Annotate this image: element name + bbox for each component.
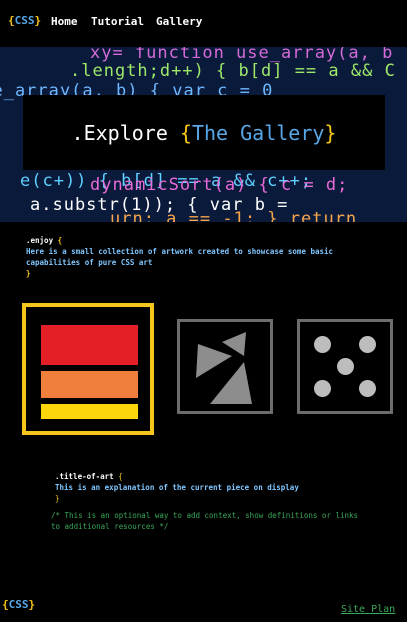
art-info-brace-close: } (55, 494, 60, 503)
hero-code-line: urn; a == -1; } return (110, 209, 358, 222)
triangle-shape (210, 362, 252, 404)
intro-brace-open: { (57, 236, 63, 245)
art-info-brace-open: { (118, 472, 123, 481)
nav-link-tutorial[interactable]: Tutorial (91, 15, 144, 28)
footer-logo[interactable]: {CSS} (2, 598, 35, 611)
gallery-item-triangles[interactable] (177, 319, 273, 414)
hero-code-line: .length;d++) { b[d] == a && C (70, 61, 396, 81)
orange-bar (41, 371, 138, 398)
yellow-bar (41, 404, 138, 419)
hero-banner: xy= function use_array(a, b .length;d++)… (0, 47, 407, 222)
art-info-selector: .title-of-art (55, 472, 114, 481)
intro-brace-close: } (26, 269, 31, 278)
logo-text: CSS (14, 14, 35, 27)
intro-text: Here is a small collection of artwork cr… (26, 247, 334, 267)
art-info-comment: /* This is an optional way to add contex… (51, 511, 359, 531)
site-logo[interactable]: {CSS} (8, 14, 41, 27)
hero-brace-close: } (324, 120, 337, 145)
hero-code-line: dynamicSort(a) { c = d; (90, 175, 349, 195)
triangle-shape (196, 344, 232, 378)
dice-dot (359, 336, 376, 353)
hero-brace-open: { (179, 120, 192, 145)
triangle-shape (222, 332, 246, 356)
nav-link-gallery[interactable]: Gallery (156, 15, 202, 28)
dice-dot (359, 380, 376, 397)
dice-dot (314, 380, 331, 397)
footer-logo-text: CSS (8, 598, 29, 611)
art-info-text: This is an explanation of the current pi… (55, 483, 299, 492)
logo-brace-close: } (34, 14, 42, 27)
triangles-art (196, 332, 252, 404)
site-plan-link[interactable]: Site Plan (341, 604, 395, 615)
hero-title: .Explore {The Gallery} (72, 121, 337, 145)
hero-title-box: .Explore {The Gallery} (23, 95, 385, 170)
red-bar (41, 325, 138, 365)
intro-selector: .enjoy (26, 236, 54, 245)
footer-logo-brace-close: } (28, 598, 36, 611)
art-info-block: .title-of-art { This is an explanation o… (51, 471, 365, 532)
hero-title-sub: The Gallery (191, 120, 325, 145)
gallery-item-dice[interactable] (297, 319, 393, 414)
hero-title-prefix: .Explore (71, 120, 180, 145)
gallery-item-stripes[interactable] (22, 303, 154, 435)
dice-dot (337, 358, 354, 375)
dice-dot (314, 336, 331, 353)
nav-link-home[interactable]: Home (51, 15, 78, 28)
logo-brace-open: { (8, 14, 15, 27)
top-nav: {CSS} Home Tutorial Gallery (0, 0, 407, 46)
intro-block: .enjoy { Here is a small collection of a… (26, 235, 356, 279)
footer-logo-brace-open: { (2, 598, 9, 611)
